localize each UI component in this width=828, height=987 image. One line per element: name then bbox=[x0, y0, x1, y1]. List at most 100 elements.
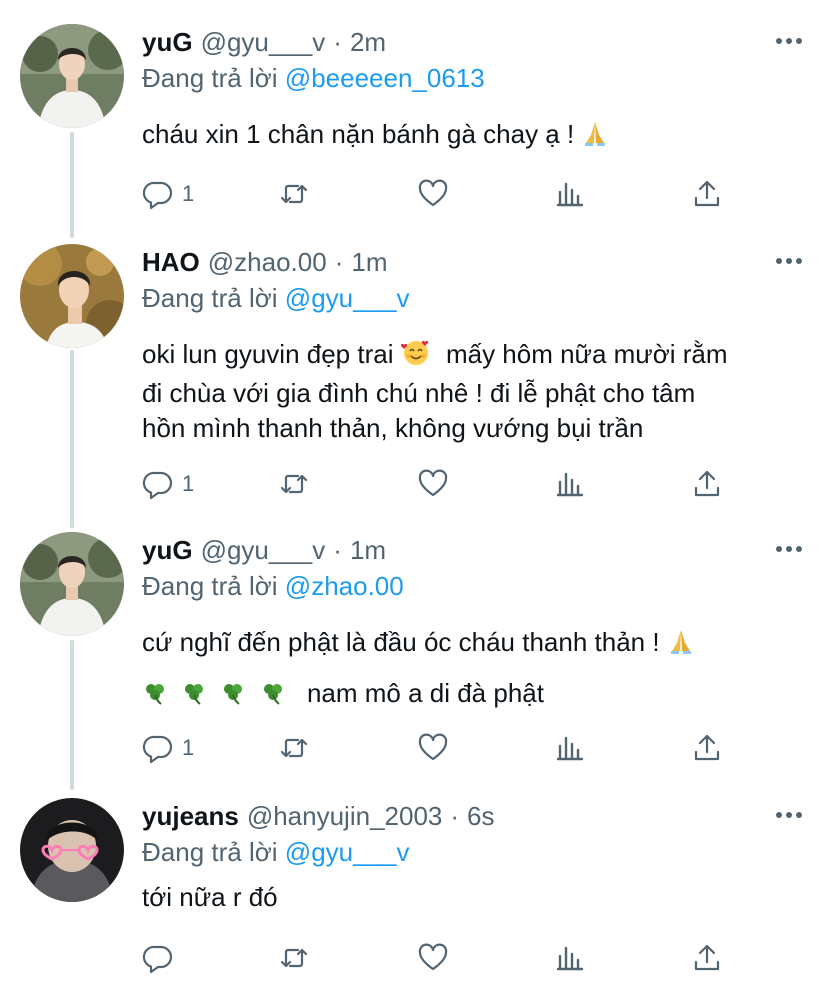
replying-to: Đang trả lời @zhao.00 bbox=[142, 568, 404, 604]
timestamp[interactable]: 6s bbox=[467, 798, 494, 834]
username[interactable]: @gyu___v bbox=[201, 24, 326, 60]
username[interactable]: @gyu___v bbox=[201, 532, 326, 568]
avatar[interactable] bbox=[20, 244, 124, 348]
display-name[interactable]: HAO bbox=[142, 244, 200, 280]
replying-to: Đang trả lời @beeeeen_0613 bbox=[142, 60, 485, 96]
reply-tweet[interactable]: yuG @gyu___v · 2m Đang trả lời @beeeeen_… bbox=[0, 24, 828, 224]
timestamp[interactable]: 2m bbox=[350, 24, 386, 60]
reply-count: 1 bbox=[182, 735, 195, 760]
retweet-button[interactable] bbox=[278, 176, 310, 212]
share-icon bbox=[694, 944, 720, 971]
reply-icon bbox=[142, 735, 173, 764]
reply-tweet[interactable]: yuG @gyu___v · 1m Đang trả lời @zhao.00 … bbox=[0, 532, 828, 782]
reply-count: 1 bbox=[182, 181, 195, 206]
separator: · bbox=[450, 801, 460, 831]
reply-icon bbox=[142, 945, 173, 974]
tweet-actions: 1 bbox=[142, 730, 742, 766]
tweet-text-line: đi chùa với gia đình chú nhê ! đi lễ phậ… bbox=[142, 378, 696, 408]
mention-link[interactable]: @gyu___v bbox=[285, 837, 410, 867]
like-button[interactable] bbox=[417, 730, 449, 766]
display-name[interactable]: yuG bbox=[142, 24, 193, 60]
tweet-text-line: nam mô a di đà phật bbox=[306, 678, 544, 708]
smiling-face-with-hearts-emoji bbox=[400, 337, 431, 376]
heart-icon bbox=[418, 179, 448, 207]
avatar[interactable] bbox=[20, 798, 124, 902]
replying-label: Đang trả lời bbox=[142, 571, 278, 601]
share-icon bbox=[694, 734, 720, 761]
like-button[interactable] bbox=[417, 176, 449, 212]
analytics-icon bbox=[556, 472, 584, 497]
reply-icon bbox=[142, 471, 173, 500]
share-button[interactable] bbox=[691, 730, 723, 766]
shamrock-emoji bbox=[142, 680, 168, 715]
retweet-icon bbox=[280, 948, 308, 968]
tweet-header: yujeans @hanyujin_2003 · 6s bbox=[142, 798, 495, 834]
reply-icon bbox=[142, 181, 173, 210]
more-options-icon[interactable] bbox=[776, 38, 802, 46]
username[interactable]: @zhao.00 bbox=[208, 244, 327, 280]
tweet-text-line: tới nữa r đó bbox=[142, 882, 278, 912]
like-button[interactable] bbox=[417, 940, 449, 976]
share-button[interactable] bbox=[691, 466, 723, 502]
share-button[interactable] bbox=[691, 176, 723, 212]
tweet-text-line: hồn mình thanh thản, không vướng bụi trầ… bbox=[142, 413, 644, 443]
analytics-button[interactable] bbox=[554, 940, 586, 976]
reply-count: 1 bbox=[182, 471, 195, 496]
retweet-button[interactable] bbox=[278, 940, 310, 976]
tweet-text-line: cứ nghĩ đến phật là đầu óc cháu thanh th… bbox=[142, 627, 660, 657]
folded-hands-emoji bbox=[667, 627, 695, 664]
tweet-text-line: cháu xin 1 chân nặn bánh gà chay ạ ! bbox=[142, 119, 575, 149]
tweet-text: cháu xin 1 chân nặn bánh gà chay ạ ! bbox=[142, 117, 802, 156]
mention-link[interactable]: @zhao.00 bbox=[285, 571, 404, 601]
tweet-text-line: oki lun gyuvin đẹp trai bbox=[142, 339, 394, 369]
tweet-text: tới nữa r đó bbox=[142, 880, 802, 915]
username[interactable]: @hanyujin_2003 bbox=[247, 798, 443, 834]
timestamp[interactable]: 1m bbox=[351, 244, 387, 280]
analytics-button[interactable] bbox=[554, 730, 586, 766]
mention-link[interactable]: @beeeeen_0613 bbox=[285, 63, 485, 93]
analytics-icon bbox=[556, 736, 584, 761]
retweet-button[interactable] bbox=[278, 466, 310, 502]
analytics-icon bbox=[556, 946, 584, 971]
analytics-button[interactable] bbox=[554, 176, 586, 212]
tweet-text: oki lun gyuvin đẹp trai mấy hôm nữa mười… bbox=[142, 337, 802, 446]
tweet-actions: 1 bbox=[142, 466, 742, 502]
reply-button[interactable]: 1 bbox=[142, 730, 194, 766]
heart-icon bbox=[418, 469, 448, 497]
avatar[interactable] bbox=[20, 24, 124, 128]
shamrock-emoji-row bbox=[142, 678, 293, 708]
more-options-icon[interactable] bbox=[776, 546, 802, 554]
replying-label: Đang trả lời bbox=[142, 63, 278, 93]
replying-to: Đang trả lời @gyu___v bbox=[142, 280, 410, 316]
more-options-icon[interactable] bbox=[776, 258, 802, 266]
reply-tweet[interactable]: HAO @zhao.00 · 1m Đang trả lời @gyu___v … bbox=[0, 244, 828, 514]
avatar[interactable] bbox=[20, 532, 124, 636]
timestamp[interactable]: 1m bbox=[350, 532, 386, 568]
analytics-button[interactable] bbox=[554, 466, 586, 502]
heart-icon bbox=[418, 943, 448, 971]
retweet-icon bbox=[280, 738, 308, 758]
folded-hands-emoji bbox=[581, 119, 609, 156]
display-name[interactable]: yuG bbox=[142, 532, 193, 568]
reply-button[interactable]: 1 bbox=[142, 466, 194, 502]
reply-button[interactable] bbox=[142, 940, 182, 976]
tweet-actions bbox=[142, 940, 742, 976]
reply-tweet[interactable]: yujeans @hanyujin_2003 · 6s Đang trả lời… bbox=[0, 798, 828, 983]
separator: · bbox=[333, 535, 342, 565]
reply-button[interactable]: 1 bbox=[142, 176, 194, 212]
mention-link[interactable]: @gyu___v bbox=[285, 283, 410, 313]
tweet-header: HAO @zhao.00 · 1m bbox=[142, 244, 388, 280]
retweet-icon bbox=[280, 474, 308, 494]
like-button[interactable] bbox=[417, 466, 449, 502]
replying-to: Đang trả lời @gyu___v bbox=[142, 834, 410, 870]
display-name[interactable]: yujeans bbox=[142, 798, 239, 834]
shamrock-emoji bbox=[260, 680, 286, 715]
separator: · bbox=[333, 27, 342, 57]
share-button[interactable] bbox=[691, 940, 723, 976]
tweet-text: cứ nghĩ đến phật là đầu óc cháu thanh th… bbox=[142, 625, 802, 715]
retweet-button[interactable] bbox=[278, 730, 310, 766]
replying-label: Đang trả lời bbox=[142, 837, 278, 867]
shamrock-emoji bbox=[220, 680, 246, 715]
separator: · bbox=[334, 247, 344, 277]
more-options-icon[interactable] bbox=[776, 812, 802, 820]
